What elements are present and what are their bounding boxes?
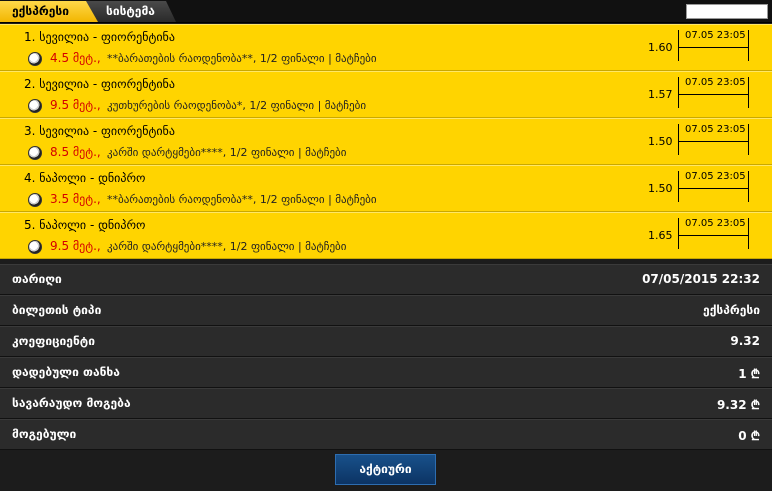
- info-row-stake: დადებული თანხა 1 ₾: [0, 357, 772, 388]
- won-label: მოგებული: [12, 427, 77, 441]
- bet-datetime: 07.05 23:05: [678, 77, 749, 108]
- info-row-won: მოგებული 0 ₾: [0, 419, 772, 450]
- bet-odd: 3.5 მეტ.,: [50, 192, 101, 206]
- ticket-info: თარიღი 07/05/2015 22:32 ბილეთის ტიპი ექს…: [0, 264, 772, 450]
- tab-system[interactable]: სისტემა: [86, 1, 176, 22]
- stake-value: 1 ₾: [738, 367, 760, 381]
- bet-datetime: 07.05 23:05: [678, 124, 749, 155]
- bet-odd: 4.5 მეტ.,: [50, 51, 101, 65]
- bet-coefficient: 1.65: [648, 229, 673, 242]
- ticket-type-value: ექსპრესი: [703, 303, 760, 317]
- info-row-potential-win: სავარაუდო მოგება 9.32 ₾: [0, 388, 772, 419]
- football-icon: [28, 52, 42, 66]
- bet-row: 3. სევილია - ფიორენტინა 8.5 მეტ., კარში …: [0, 118, 772, 165]
- status-active-button[interactable]: აქტიური: [335, 454, 436, 485]
- ticket-type-label: ბილეთის ტიპი: [12, 303, 102, 317]
- bet-market: **ბარათების რაოდენობა**, 1/2 ფინალი | მა…: [107, 193, 377, 206]
- search-input[interactable]: [686, 4, 768, 19]
- bet-odd: 9.5 მეტ.,: [50, 98, 101, 112]
- bet-title: 5. ნაპოლი - დნიპრო: [24, 218, 146, 232]
- divider: [679, 188, 748, 189]
- bet-datetime: 07.05 23:05: [678, 218, 749, 249]
- bet-odd: 9.5 მეტ.,: [50, 239, 101, 253]
- info-row-date: თარიღი 07/05/2015 22:32: [0, 264, 772, 295]
- divider: [679, 141, 748, 142]
- bet-row: 1. სევილია - ფიორენტინა 4.5 მეტ., **ბარა…: [0, 24, 772, 71]
- divider: [679, 47, 748, 48]
- info-row-coefficient: კოეფიციენტი 9.32: [0, 326, 772, 357]
- bet-coefficient: 1.50: [648, 182, 673, 195]
- bet-row: 2. სევილია - ფიორენტინა 9.5 მეტ., კუთხურ…: [0, 71, 772, 118]
- football-icon: [28, 240, 42, 254]
- bet-title: 4. ნაპოლი - დნიპრო: [24, 171, 146, 185]
- stake-label: დადებული თანხა: [12, 365, 120, 379]
- bet-market: კარში დარტყმები****, 1/2 ფინალი | მატჩებ…: [107, 146, 347, 159]
- football-icon: [28, 99, 42, 113]
- coefficient-label: კოეფიციენტი: [12, 334, 95, 348]
- divider: [679, 94, 748, 95]
- bet-coefficient: 1.57: [648, 88, 673, 101]
- date-value: 07/05/2015 22:32: [642, 272, 760, 286]
- football-icon: [28, 193, 42, 207]
- bet-market: კუთხურების რაოდენობა*, 1/2 ფინალი | მატჩ…: [107, 99, 367, 112]
- bet-title: 3. სევილია - ფიორენტინა: [24, 124, 175, 138]
- bet-date: 07.05 23:05: [685, 218, 746, 229]
- potential-win-value: 9.32 ₾: [716, 398, 760, 412]
- bet-row: 4. ნაპოლი - დნიპრო 3.5 მეტ., **ბარათების…: [0, 165, 772, 212]
- bet-datetime: 07.05 23:05: [678, 171, 749, 202]
- bet-market: **ბარათების რაოდენობა**, 1/2 ფინალი | მა…: [107, 52, 377, 65]
- info-row-ticket-type: ბილეთის ტიპი ექსპრესი: [0, 295, 772, 326]
- footer: აქტიური: [0, 451, 772, 491]
- bet-list: 1. სევილია - ფიორენტინა 4.5 მეტ., **ბარა…: [0, 24, 772, 259]
- bet-coefficient: 1.60: [648, 41, 673, 54]
- potential-win-label: სავარაუდო მოგება: [12, 396, 131, 410]
- bet-datetime: 07.05 23:05: [678, 30, 749, 61]
- bet-date: 07.05 23:05: [685, 77, 746, 88]
- bet-date: 07.05 23:05: [685, 171, 746, 182]
- date-label: თარიღი: [12, 272, 62, 286]
- bet-title: 1. სევილია - ფიორენტინა: [24, 30, 175, 44]
- coefficient-value: 9.32: [730, 334, 760, 348]
- tab-bar: ექსპრესი სისტემა: [0, 0, 772, 23]
- bet-date: 07.05 23:05: [685, 124, 746, 135]
- won-value: 0 ₾: [738, 429, 760, 443]
- football-icon: [28, 146, 42, 160]
- bet-date: 07.05 23:05: [685, 30, 746, 41]
- bet-odd: 8.5 მეტ.,: [50, 145, 101, 159]
- bet-row: 5. ნაპოლი - დნიპრო 9.5 მეტ., კარში დარტყ…: [0, 212, 772, 259]
- divider: [679, 235, 748, 236]
- bet-market: კარში დარტყმები****, 1/2 ფინალი | მატჩებ…: [107, 240, 347, 253]
- bet-coefficient: 1.50: [648, 135, 673, 148]
- bet-title: 2. სევილია - ფიორენტინა: [24, 77, 175, 91]
- tab-express[interactable]: ექსპრესი: [0, 1, 100, 22]
